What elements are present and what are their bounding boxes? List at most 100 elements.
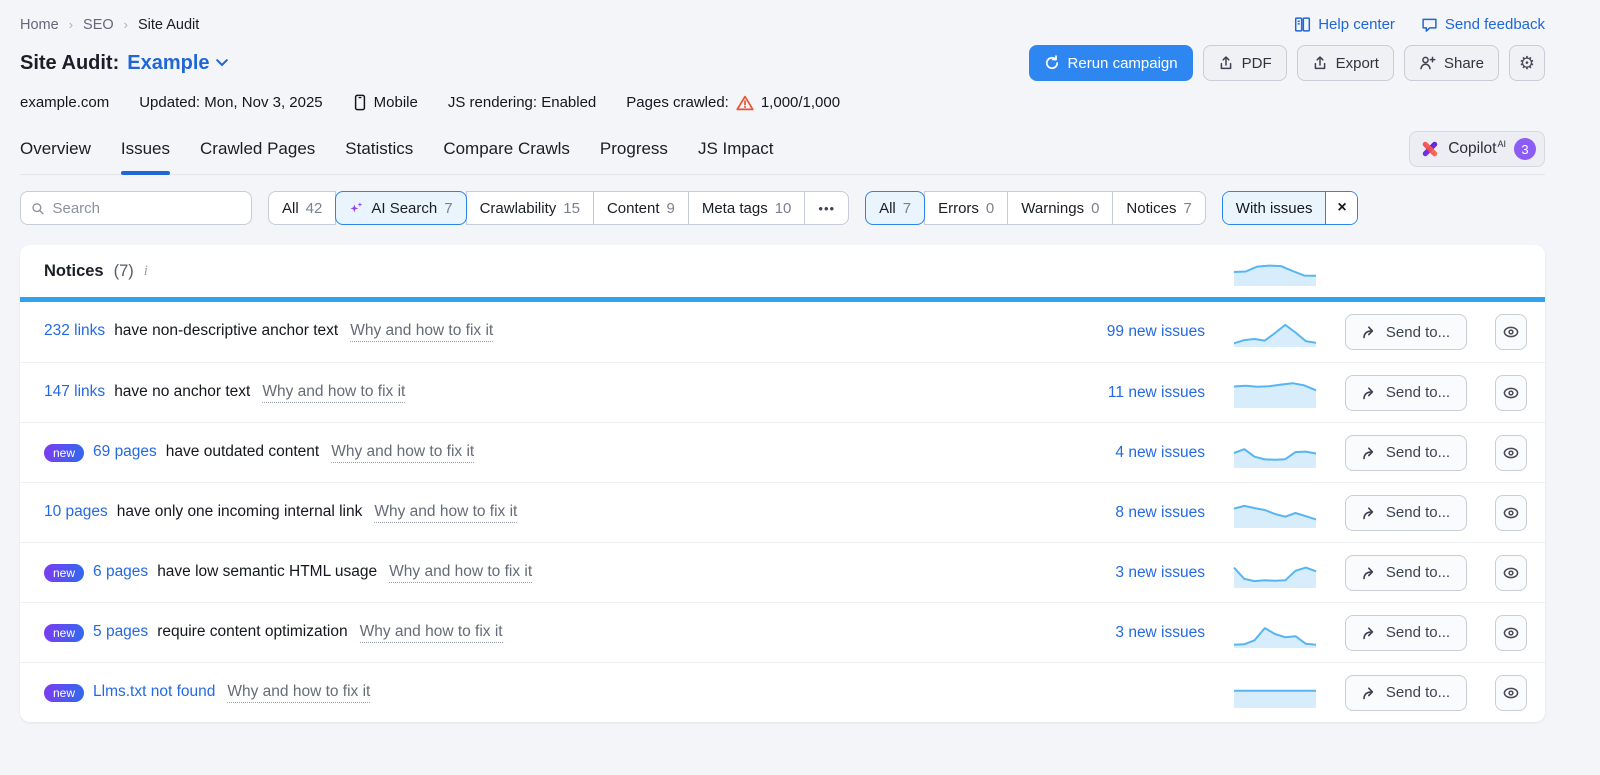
- tab-statistics[interactable]: Statistics: [345, 127, 413, 174]
- hide-issue-button[interactable]: [1495, 494, 1527, 531]
- gear-icon: ⚙: [1518, 52, 1536, 73]
- project-selector[interactable]: Example: [127, 52, 228, 75]
- filter-chip-meta-tags[interactable]: Meta tags 10: [687, 191, 806, 225]
- new-issues-link[interactable]: 3 new issues: [1035, 564, 1205, 582]
- why-how-fix-link[interactable]: Why and how to fix it: [227, 683, 371, 703]
- upload-icon: [1314, 56, 1325, 70]
- new-issues-link[interactable]: 8 new issues: [1035, 504, 1205, 522]
- breadcrumb-item[interactable]: Site Audit: [138, 17, 199, 33]
- why-how-fix-link[interactable]: Why and how to fix it: [374, 503, 518, 523]
- pdf-button[interactable]: PDF: [1202, 45, 1287, 81]
- breadcrumb-separator: ›: [123, 17, 128, 32]
- issue-trend-sparkline: [1233, 438, 1317, 468]
- send-arrow-icon: [1363, 386, 1374, 399]
- tab-js-impact[interactable]: JS Impact: [698, 127, 774, 174]
- filter-chip-errors[interactable]: Errors 0: [924, 191, 1009, 225]
- with-issues-filter[interactable]: With issues ×: [1221, 191, 1359, 225]
- issue-trend-sparkline: [1233, 498, 1317, 528]
- send-to-label: Send to...: [1385, 684, 1451, 701]
- chip-count: 0: [985, 199, 995, 217]
- issue-count-link[interactable]: 147 links: [44, 383, 105, 401]
- issue-text: new 6 pages have low semantic HTML usage…: [44, 563, 1007, 583]
- send-to-button[interactable]: Send to...: [1345, 314, 1467, 350]
- send-arrow-icon: [1363, 686, 1374, 699]
- copilot-label: CopilotAI: [1448, 139, 1506, 158]
- site-audit-page: Home › SEO › Site Audit Help center Send fee…: [20, 0, 1545, 722]
- chip-label: AI Search: [371, 199, 438, 217]
- hide-issue-button[interactable]: [1495, 314, 1527, 350]
- hide-issue-button[interactable]: [1495, 554, 1527, 591]
- chip-count: 0: [1091, 199, 1100, 217]
- filter-chip-crawlability[interactable]: Crawlability 15: [465, 191, 594, 225]
- info-icon[interactable]: i: [144, 263, 148, 280]
- share-button[interactable]: Share: [1403, 45, 1499, 81]
- issue-row: new Llms.txt not found Why and how to fi…: [20, 662, 1545, 722]
- filter-chip-all[interactable]: All 7: [865, 191, 926, 225]
- chip-label: Warnings: [1021, 199, 1085, 217]
- send-to-button[interactable]: Send to...: [1345, 434, 1467, 471]
- copilot-button[interactable]: CopilotAI 3: [1409, 131, 1545, 167]
- filter-chip-all[interactable]: All 42: [268, 191, 337, 225]
- tab-issues[interactable]: Issues: [120, 127, 171, 175]
- send-to-label: Send to...: [1385, 504, 1451, 521]
- why-how-fix-link[interactable]: Why and how to fix it: [389, 563, 533, 583]
- issue-row: new 69 pages have outdated content Why a…: [20, 422, 1545, 482]
- breadcrumb-item[interactable]: SEO: [83, 17, 114, 33]
- hide-issue-button[interactable]: [1495, 674, 1527, 711]
- eye-icon: [1503, 387, 1519, 398]
- filter-chip-notices[interactable]: Notices 7: [1112, 191, 1206, 225]
- new-issues-link[interactable]: 4 new issues: [1035, 444, 1205, 462]
- tab-overview[interactable]: Overview: [20, 127, 91, 174]
- tab-bar: Overview Issues Crawled Pages Statistics Com…: [20, 127, 1545, 175]
- send-to-button[interactable]: Send to...: [1345, 614, 1467, 651]
- issue-count-link[interactable]: 10 pages: [44, 503, 108, 521]
- new-issues-link[interactable]: 99 new issues: [1035, 323, 1205, 341]
- chip-count: 10: [774, 199, 792, 217]
- chip-label: Content: [606, 199, 660, 217]
- export-button[interactable]: Export: [1296, 45, 1394, 81]
- tab-crawled-pages[interactable]: Crawled Pages: [200, 127, 315, 174]
- tab-progress[interactable]: Progress: [600, 127, 668, 174]
- with-issues-close-icon[interactable]: ×: [1325, 192, 1358, 224]
- filter-chip-ai-search[interactable]: AI Search 7: [335, 191, 467, 225]
- send-to-button[interactable]: Send to...: [1345, 494, 1467, 531]
- breadcrumb-item[interactable]: Home: [20, 17, 59, 33]
- why-how-fix-link[interactable]: Why and how to fix it: [262, 383, 406, 403]
- ai-sparkles-icon: [350, 201, 363, 212]
- settings-button[interactable]: ⚙: [1509, 45, 1545, 81]
- send-to-button[interactable]: Send to...: [1345, 554, 1467, 591]
- issue-count-link[interactable]: 6 pages: [93, 563, 148, 581]
- new-issues-link[interactable]: 11 new issues: [1035, 384, 1205, 402]
- hide-issue-button[interactable]: [1495, 434, 1527, 471]
- rerun-campaign-button[interactable]: Rerun campaign: [1028, 45, 1193, 81]
- help-center-link[interactable]: Help center: [1294, 16, 1395, 33]
- why-how-fix-link[interactable]: Why and how to fix it: [359, 623, 503, 643]
- why-how-fix-link[interactable]: Why and how to fix it: [350, 322, 494, 342]
- search-input[interactable]: [52, 199, 241, 217]
- eye-icon: [1503, 687, 1519, 698]
- hide-issue-button[interactable]: [1495, 614, 1527, 651]
- filter-chip-content[interactable]: Content 9: [592, 191, 689, 225]
- send-to-button[interactable]: Send to...: [1345, 674, 1467, 711]
- notices-title: Notices (7) i: [44, 262, 1007, 281]
- issue-count-link[interactable]: 232 links: [44, 322, 105, 340]
- issue-count-link[interactable]: Llms.txt not found: [93, 683, 215, 701]
- tabs: Overview Issues Crawled Pages Statistics Com…: [20, 127, 1545, 175]
- hide-issue-button[interactable]: [1495, 374, 1527, 411]
- issue-count-link[interactable]: 5 pages: [93, 623, 148, 641]
- send-to-label: Send to...: [1385, 624, 1451, 641]
- why-how-fix-link[interactable]: Why and how to fix it: [331, 443, 475, 463]
- issue-text: 232 links have non-descriptive anchor te…: [44, 322, 1007, 342]
- with-issues-label: With issues: [1222, 192, 1326, 224]
- filter-chip-warnings[interactable]: Warnings 0: [1007, 191, 1114, 225]
- top-bar: Home › SEO › Site Audit Help center Send fee…: [20, 0, 1545, 33]
- issue-count-link[interactable]: 69 pages: [93, 443, 157, 461]
- tab-compare-crawls[interactable]: Compare Crawls: [443, 127, 570, 174]
- new-badge: new: [44, 683, 85, 702]
- send-feedback-link[interactable]: Send feedback: [1421, 16, 1545, 33]
- more-filters-button[interactable]: •••: [804, 191, 850, 225]
- send-to-button[interactable]: Send to...: [1345, 374, 1467, 411]
- new-issues-link[interactable]: 3 new issues: [1035, 624, 1205, 642]
- help-center-label: Help center: [1318, 16, 1395, 33]
- export-label: Export: [1335, 54, 1379, 72]
